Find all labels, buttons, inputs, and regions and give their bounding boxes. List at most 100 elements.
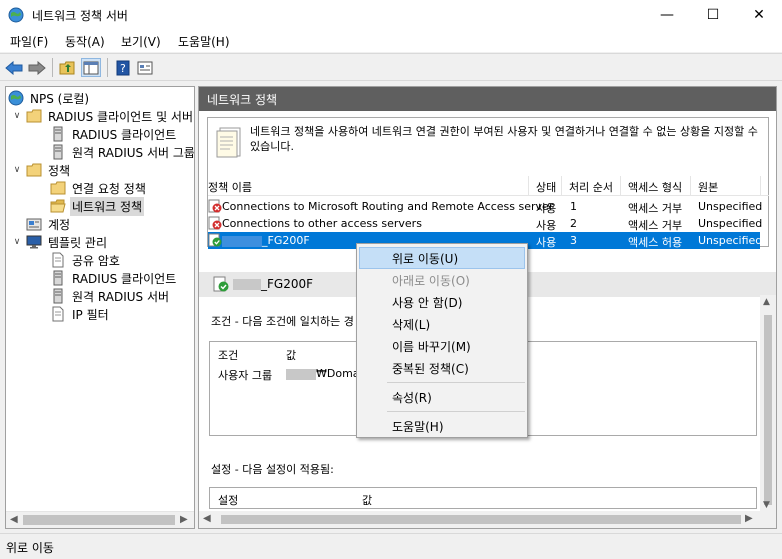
console-tree[interactable]: NPS (로컬) ∨ RADIUS 클라이언트 및 서버 RADIUS 클라이언… bbox=[5, 86, 195, 529]
maximize-icon: ☐ bbox=[706, 7, 720, 23]
nps-globe-icon bbox=[8, 90, 24, 106]
column-divider[interactable] bbox=[620, 176, 621, 196]
help-icon: ? bbox=[116, 60, 130, 75]
allow-policy-icon bbox=[208, 233, 222, 247]
show-hide-tree-button[interactable] bbox=[81, 58, 101, 77]
tree-item-shared-secrets[interactable]: 공유 암호 bbox=[50, 251, 122, 269]
tree-item-connection-request-policies[interactable]: 연결 요청 정책 bbox=[50, 179, 148, 197]
column-divider[interactable] bbox=[561, 176, 562, 196]
forward-button[interactable] bbox=[27, 58, 47, 77]
scroll-left-icon[interactable]: ◀ bbox=[203, 513, 211, 524]
menu-item-disable[interactable]: 사용 안 함(D) bbox=[359, 291, 525, 313]
tree-item-template-remote-radius[interactable]: 원격 RADIUS 서버 bbox=[50, 287, 171, 305]
close-button[interactable]: ✕ bbox=[736, 0, 782, 30]
pane-description: 네트워크 정책을 사용하여 네트워크 연결 권한이 부여된 사용자 및 연결하거… bbox=[250, 125, 758, 153]
chevron-down-icon[interactable]: ∨ bbox=[12, 107, 22, 125]
redacted-text bbox=[286, 368, 316, 380]
server-icon bbox=[53, 270, 63, 286]
column-policy-name[interactable]: 정책 이름 bbox=[208, 179, 252, 195]
allow-policy-icon bbox=[213, 276, 229, 292]
chevron-down-icon[interactable]: ∨ bbox=[12, 233, 22, 251]
tree-item-radius-clients-servers[interactable]: ∨ RADIUS 클라이언트 및 서버 bbox=[12, 107, 194, 125]
column-status[interactable]: 상태 bbox=[536, 179, 556, 195]
menu-view[interactable]: 보기(V) bbox=[121, 33, 161, 50]
settings-column-setting: 설정 bbox=[218, 494, 239, 507]
menu-item-move-down: 아래로 이동(O) bbox=[392, 274, 470, 288]
document-icon bbox=[216, 127, 241, 158]
menu-item-duplicate-policy[interactable]: 중복된 정책(C) bbox=[359, 357, 525, 379]
conditions-heading: 조건 - 다음 조건에 일치하는 경 bbox=[211, 315, 354, 328]
redacted-text bbox=[233, 279, 261, 290]
menu-bar: 파일(F) 동작(A) 보기(V) 도움말(H) bbox=[0, 30, 782, 52]
up-one-level-button[interactable] bbox=[58, 58, 78, 77]
maximize-button[interactable]: ☐ bbox=[690, 0, 736, 30]
conditions-column-value: 값 bbox=[286, 349, 297, 362]
scrollbar-thumb[interactable] bbox=[221, 515, 741, 524]
column-divider[interactable] bbox=[528, 176, 529, 196]
redacted-text bbox=[222, 235, 262, 247]
menu-item-help[interactable]: 도움말(H) bbox=[359, 415, 525, 437]
forward-arrow-icon bbox=[28, 60, 46, 75]
table-row[interactable]: Connections to other access servers 사용 2… bbox=[208, 215, 762, 232]
menu-file[interactable]: 파일(F) bbox=[10, 33, 48, 50]
properties-button[interactable] bbox=[135, 58, 155, 77]
context-menu: 위로 이동(U) 아래로 이동(O) 사용 안 함(D) 삭제(L) 이름 바꾸… bbox=[356, 243, 528, 438]
tree-item-policies[interactable]: ∨ 정책 bbox=[12, 161, 72, 179]
status-text: 위로 이동 bbox=[6, 541, 54, 555]
column-source[interactable]: 원본 bbox=[698, 179, 718, 195]
settings-table: 설정 값 bbox=[209, 487, 757, 509]
scrollbar-thumb[interactable] bbox=[23, 515, 175, 525]
menu-help[interactable]: 도움말(H) bbox=[178, 33, 230, 50]
table-row[interactable]: Connections to Microsoft Routing and Rem… bbox=[208, 198, 762, 215]
folder-icon bbox=[26, 109, 42, 123]
minimize-button[interactable]: — bbox=[644, 0, 690, 30]
menu-item-rename[interactable]: 이름 바꾸기(M) bbox=[359, 335, 525, 357]
scroll-up-icon[interactable]: ▲ bbox=[763, 297, 770, 307]
tree-item-remote-radius-groups[interactable]: 원격 RADIUS 서버 그룹 bbox=[50, 143, 194, 161]
tree-horizontal-scrollbar[interactable]: ◀ ▶ bbox=[6, 511, 194, 528]
selected-policy-name: _FG200F bbox=[233, 277, 313, 291]
document-icon bbox=[52, 306, 64, 322]
scroll-left-icon[interactable]: ◀ bbox=[10, 514, 18, 525]
tree-item-ip-filters[interactable]: IP 필터 bbox=[50, 305, 111, 323]
properties-icon bbox=[137, 61, 153, 74]
up-folder-icon bbox=[59, 61, 75, 74]
column-access-type[interactable]: 액세스 형식 bbox=[628, 179, 682, 195]
conditions-column-condition: 조건 bbox=[218, 349, 239, 362]
svg-text:?: ? bbox=[120, 62, 126, 75]
show-tree-icon bbox=[83, 61, 99, 74]
window-title: 네트워크 정책 서버 bbox=[32, 9, 128, 23]
tree-item-radius-clients[interactable]: RADIUS 클라이언트 bbox=[50, 125, 178, 143]
scroll-right-icon[interactable]: ▶ bbox=[745, 513, 753, 524]
help-button[interactable]: ? bbox=[113, 58, 133, 77]
document-icon bbox=[52, 252, 64, 268]
back-button[interactable] bbox=[4, 58, 24, 77]
column-divider[interactable] bbox=[760, 176, 761, 196]
menu-separator bbox=[387, 382, 525, 383]
scroll-down-icon[interactable]: ▼ bbox=[763, 500, 770, 510]
settings-column-value: 값 bbox=[362, 494, 373, 507]
details-vertical-scrollbar[interactable]: ▲ ▼ bbox=[760, 295, 776, 512]
column-order[interactable]: 처리 순서 bbox=[569, 179, 613, 195]
toolbar-separator bbox=[107, 58, 108, 77]
menu-item-move-up[interactable]: 위로 이동(U) bbox=[359, 247, 525, 269]
deny-policy-icon bbox=[208, 216, 222, 230]
menu-separator bbox=[387, 411, 525, 412]
column-divider[interactable] bbox=[690, 176, 691, 196]
settings-heading: 설정 - 다음 설정이 적용됨: bbox=[211, 463, 334, 476]
scrollbar-thumb[interactable] bbox=[764, 315, 772, 505]
menu-action[interactable]: 동작(A) bbox=[65, 33, 105, 50]
tree-item-accounting[interactable]: 계정 bbox=[26, 215, 72, 233]
scroll-right-icon[interactable]: ▶ bbox=[180, 514, 188, 525]
policy-list-panel: 네트워크 정책을 사용하여 네트워크 연결 권한이 부여된 사용자 및 연결하거… bbox=[207, 117, 769, 249]
tree-item-template-radius-clients[interactable]: RADIUS 클라이언트 bbox=[50, 269, 178, 287]
menu-item-delete[interactable]: 삭제(L) bbox=[359, 313, 525, 335]
details-horizontal-scrollbar[interactable]: ◀ ▶ bbox=[199, 511, 776, 528]
status-bar: 위로 이동 bbox=[0, 533, 782, 559]
menu-item-properties[interactable]: 속성(R) bbox=[359, 386, 525, 408]
chevron-down-icon[interactable]: ∨ bbox=[12, 161, 22, 179]
tree-item-templates[interactable]: ∨ 템플릿 관리 bbox=[12, 233, 109, 251]
tree-item-nps-root[interactable]: NPS (로컬) bbox=[8, 89, 91, 107]
server-icon bbox=[53, 144, 63, 160]
tree-item-network-policies[interactable]: 네트워크 정책 bbox=[50, 196, 145, 216]
